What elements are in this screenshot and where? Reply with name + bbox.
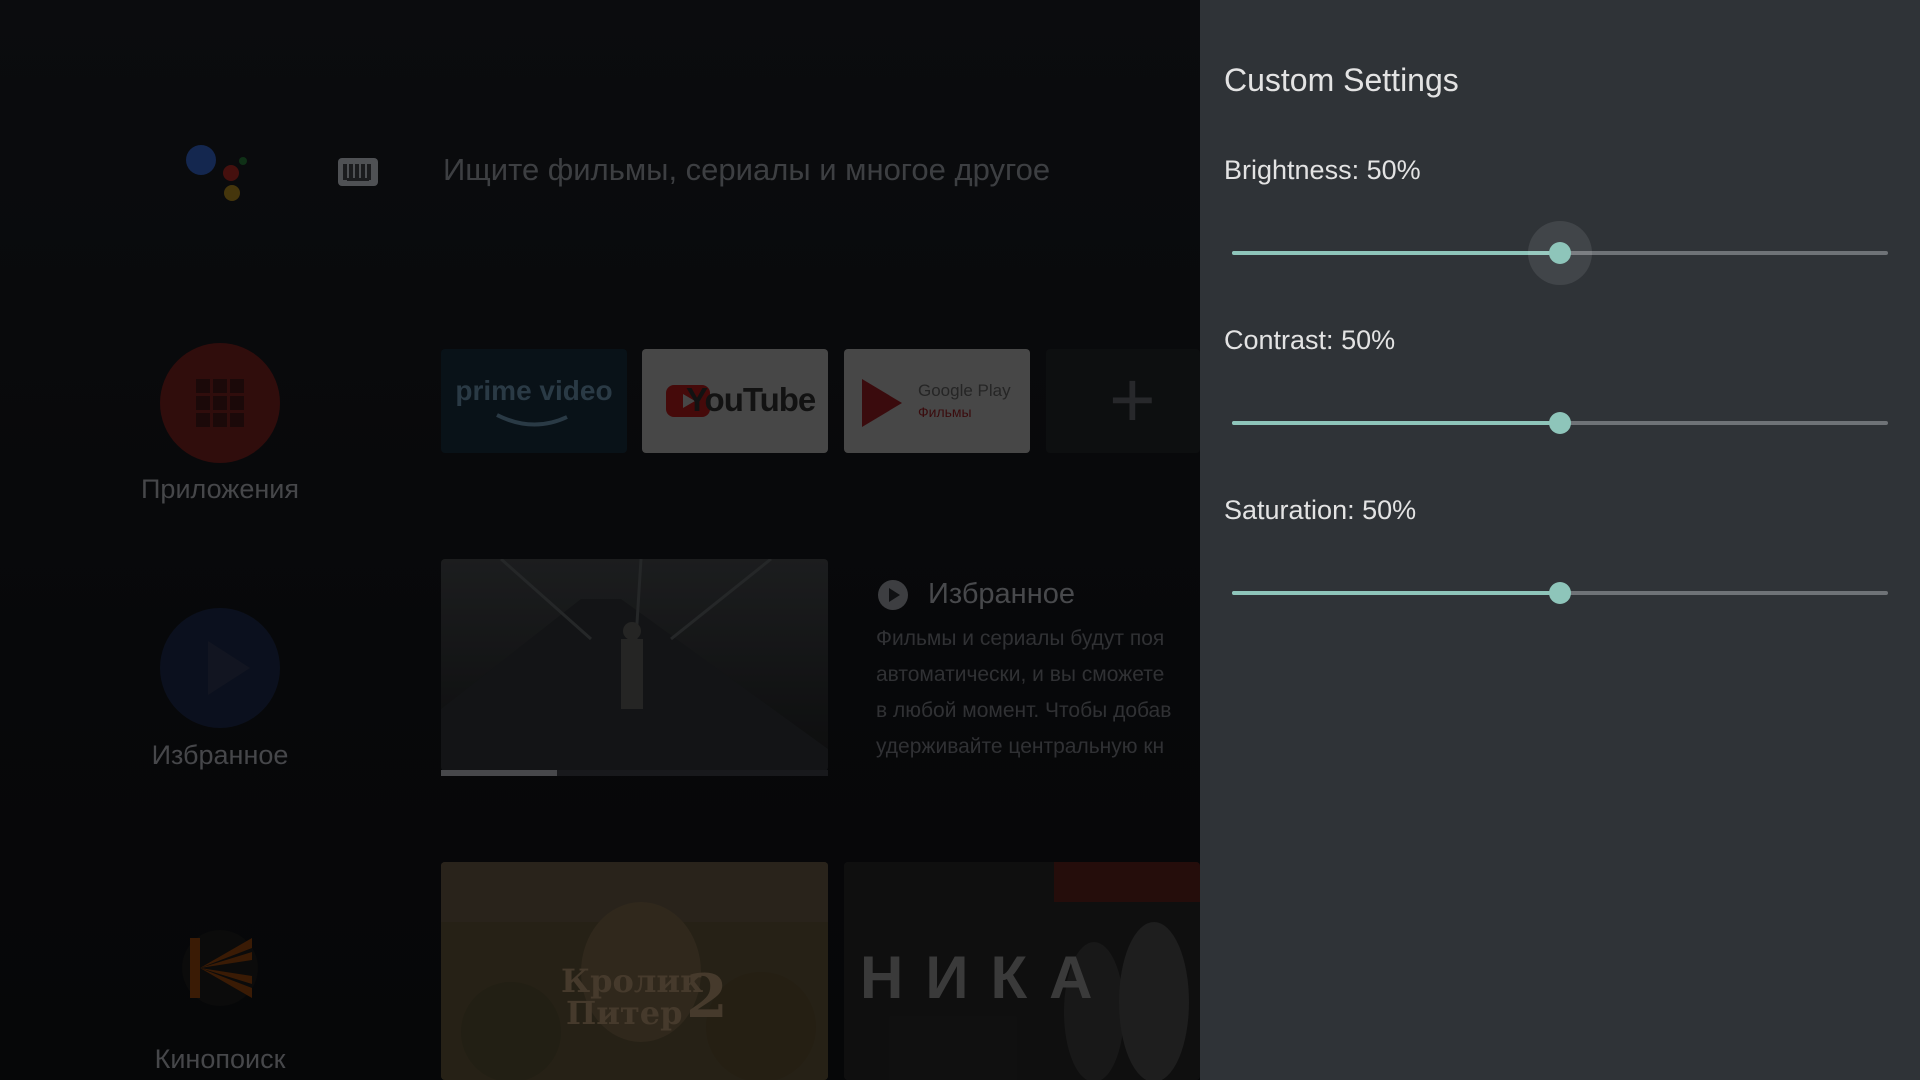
keyboard-icon[interactable] xyxy=(338,158,378,186)
google-play-sublabel: Фильмы xyxy=(918,404,972,420)
movie-still-image xyxy=(441,559,828,771)
contrast-slider-thumb[interactable] xyxy=(1549,412,1571,434)
saturation-slider-thumb[interactable] xyxy=(1549,582,1571,604)
saturation-slider-fill xyxy=(1232,591,1560,595)
youtube-logo: YouTube xyxy=(686,381,816,418)
google-play-movies-tile[interactable]: Google Play Фильмы xyxy=(844,349,1030,453)
prime-video-logo: prime video xyxy=(455,375,613,406)
brightness-label: Brightness: 50% xyxy=(1224,155,1421,185)
sidebar-item-apps-label: Приложения xyxy=(141,474,299,504)
poster-peter-rabbit[interactable]: Кролик Питер 2 xyxy=(441,862,828,1080)
saturation-label: Saturation: 50% xyxy=(1224,495,1417,525)
google-play-movies-icon xyxy=(862,379,902,427)
brightness-slider-fill xyxy=(1232,251,1560,255)
brightness-slider[interactable] xyxy=(1232,221,1888,285)
apps-grid-icon[interactable] xyxy=(160,343,280,463)
google-assistant-icon[interactable] xyxy=(186,145,256,205)
brightness-slider-thumb[interactable] xyxy=(1549,242,1571,264)
play-icon[interactable] xyxy=(160,608,280,728)
amazon-smile-icon xyxy=(496,413,568,427)
prime-video-tile[interactable]: prime video xyxy=(441,349,627,453)
saturation-slider[interactable] xyxy=(1232,573,1888,613)
plus-icon[interactable]: + xyxy=(1109,360,1156,440)
contrast-slider[interactable] xyxy=(1232,403,1888,443)
android-tv-home: Ищите фильмы, сериалы и многое другое Пр… xyxy=(0,0,1200,1080)
google-play-label: Google Play xyxy=(918,381,1011,400)
favorites-description: Фильмы и сериалы будут поя автоматически… xyxy=(876,627,1172,758)
sidebar-item-favorites-label: Избранное xyxy=(151,740,289,770)
watch-progress-bar xyxy=(441,770,828,776)
favorites-title: Избранное xyxy=(928,578,1075,610)
youtube-tile[interactable]: YouTube xyxy=(642,349,828,453)
contrast-slider-fill xyxy=(1232,421,1560,425)
custom-settings-panel: Custom Settings Brightness: 50% Contrast… xyxy=(1200,0,1920,1080)
search-input[interactable]: Ищите фильмы, сериалы и многое другое xyxy=(443,152,1050,188)
continue-watching-card[interactable] xyxy=(441,559,828,771)
contrast-label: Contrast: 50% xyxy=(1224,325,1396,355)
panel-title: Custom Settings xyxy=(1224,62,1459,98)
kinopoisk-logo[interactable] xyxy=(182,930,258,1006)
watch-progress-fill xyxy=(441,770,558,776)
sidebar-item-kinopoisk-label: Кинопоиск xyxy=(154,1044,286,1074)
nika-poster-title: НИКА xyxy=(860,944,1115,1011)
favorites-play-icon xyxy=(878,580,908,610)
